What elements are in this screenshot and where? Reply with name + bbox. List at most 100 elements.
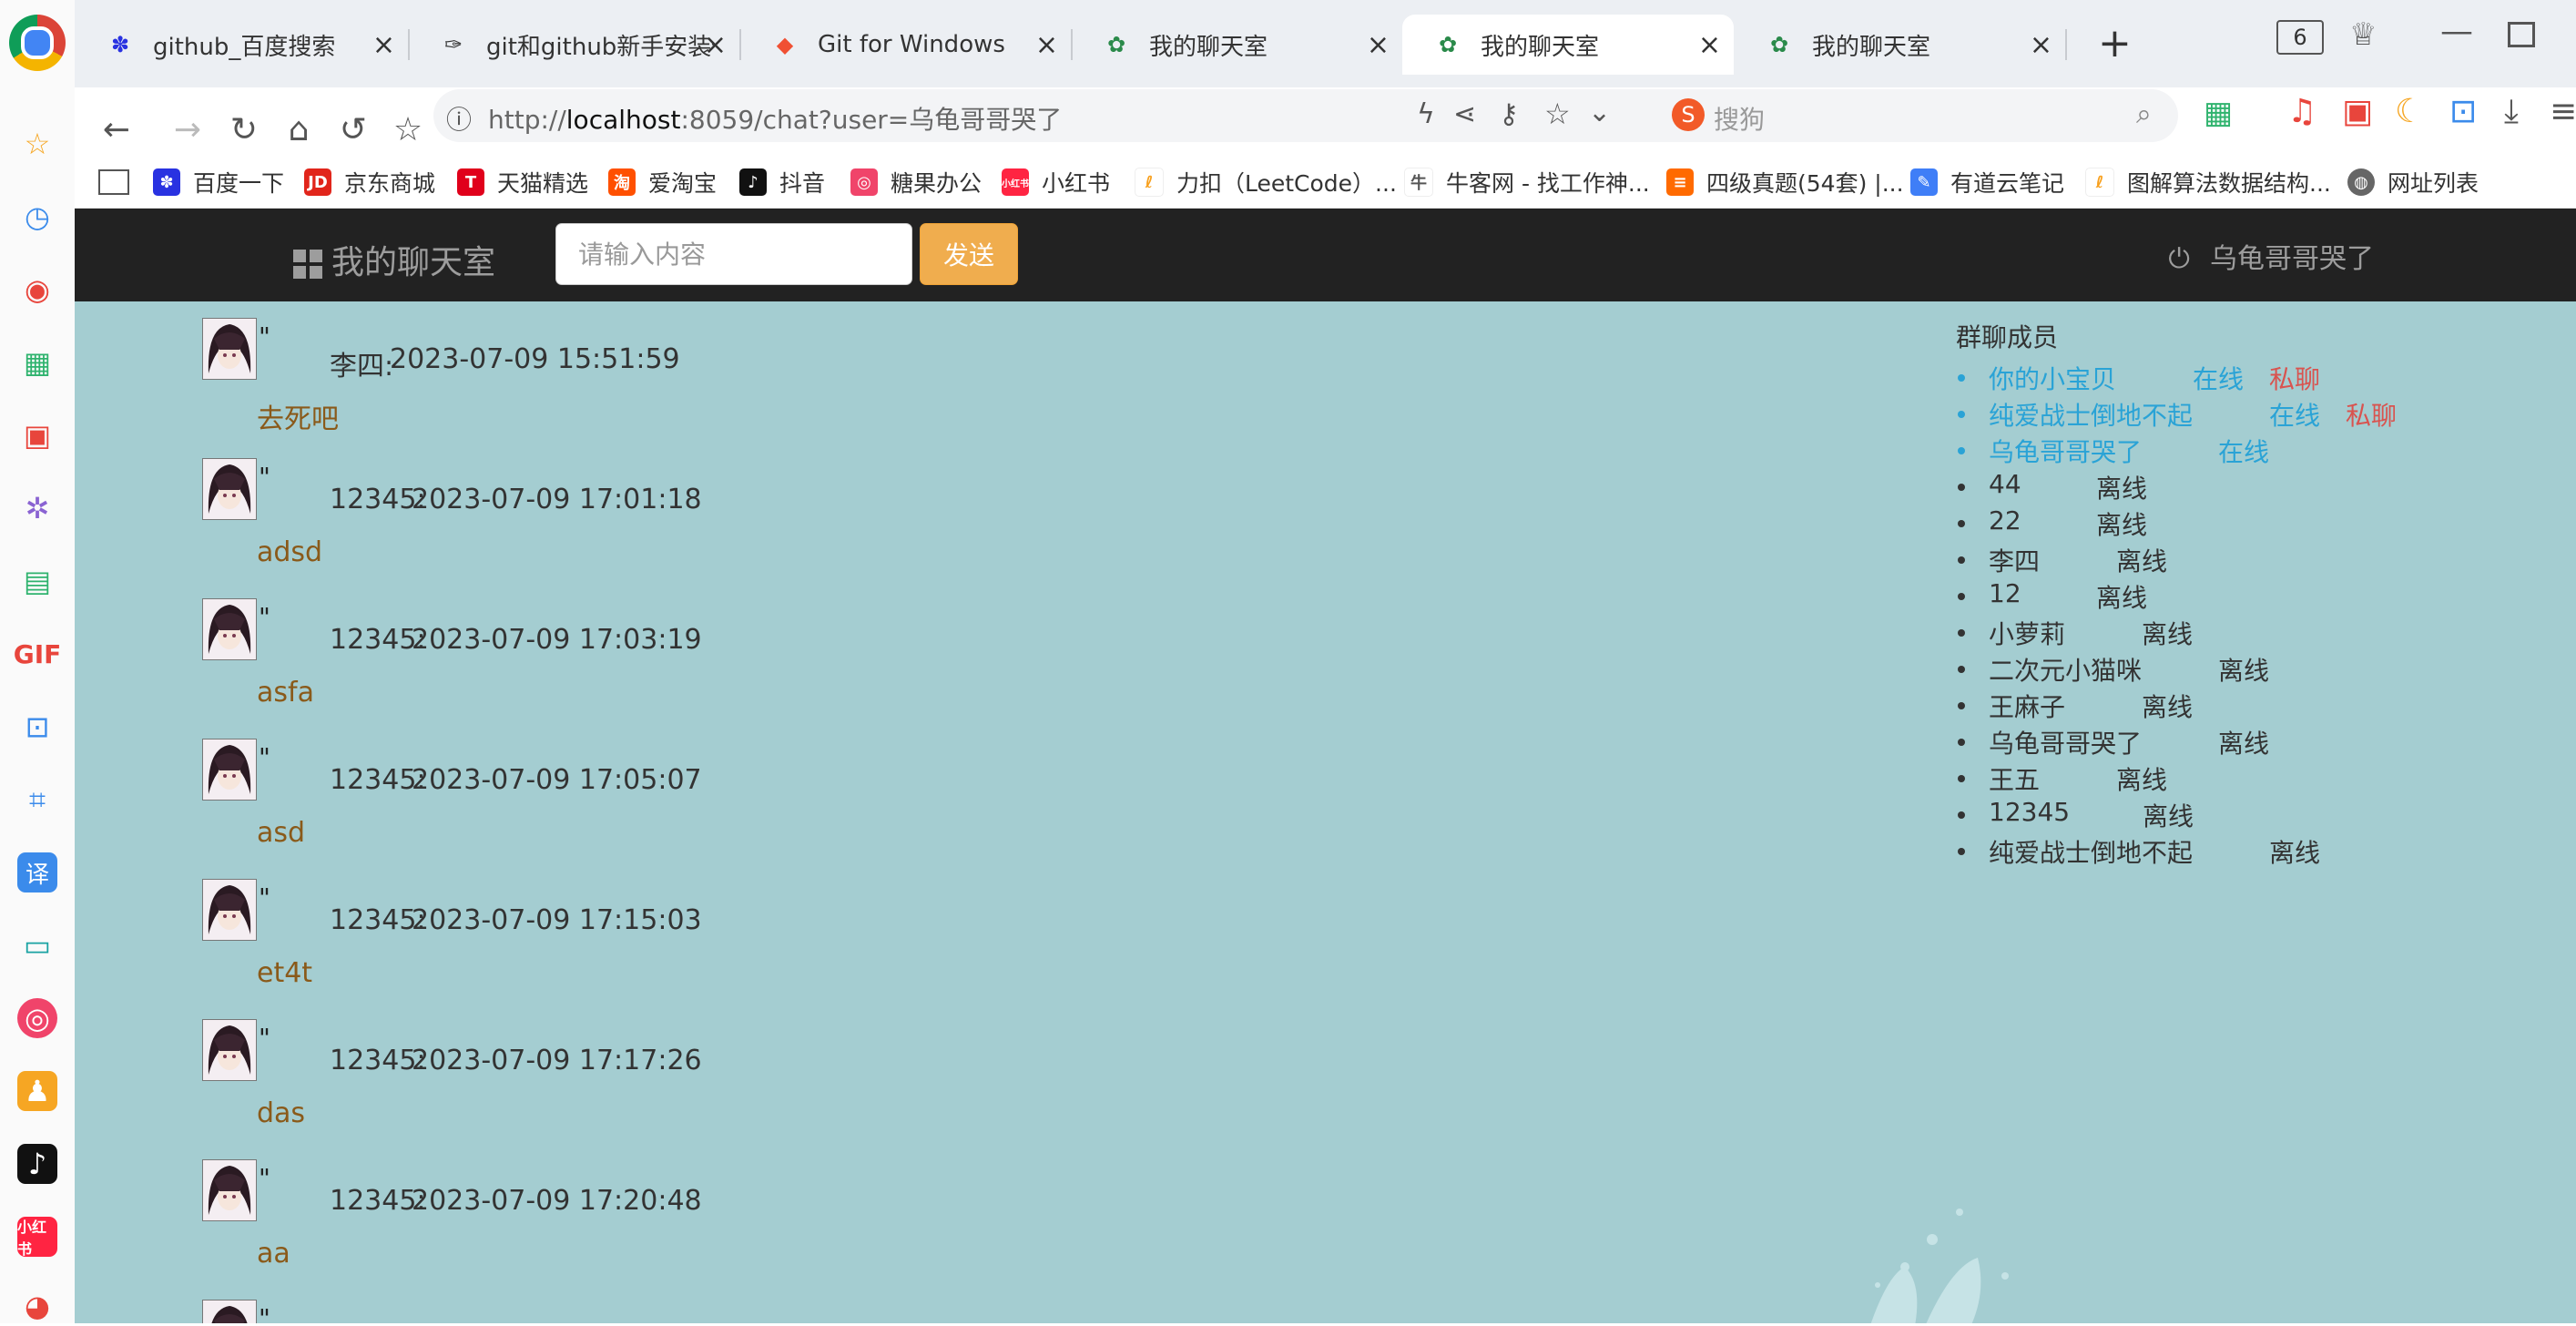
apps-grid-icon[interactable]: ▦ [2204,95,2233,131]
search-icon[interactable]: ⌕ [2136,98,2152,130]
candy-office-icon[interactable]: ◎ [17,998,57,1038]
message-input[interactable] [555,223,912,285]
download-icon[interactable]: ⤓ [2504,93,2519,131]
back-icon[interactable]: ← [97,109,137,149]
bookmark-item[interactable]: ℓ 图解算法数据结构... [2085,164,2331,200]
quote-mark: " [259,882,270,913]
forward-icon[interactable]: → [168,109,208,149]
brand[interactable]: 我的聊天室 [293,236,495,283]
member-name[interactable]: 12345 [1989,797,2070,827]
crop-icon[interactable]: ⊡ [17,707,57,747]
bookmark-item[interactable]: ≡ 四级真题(54套) |... [1666,164,1904,200]
member-name[interactable]: 小萝莉 [1989,615,2065,651]
close-tab-icon[interactable]: × [1698,29,1721,61]
tab-count-badge[interactable]: 6 [2276,20,2324,55]
member-name[interactable]: 王麻子 [1989,688,2065,724]
member-name[interactable]: 44 [1989,469,2021,499]
bookmark-item[interactable]: T 天猫精选 [457,164,588,200]
bookmark-item[interactable]: ◍ 网址列表 [2347,164,2479,200]
close-tab-icon[interactable]: × [1367,29,1390,61]
search-box[interactable]: S 搜狗 ⌕ [1659,89,2178,142]
history-clock-icon[interactable]: ◷ [17,197,57,237]
favorites-star-icon[interactable]: ☆ [17,124,57,164]
chat-content: " 李四: 2023-07-09 15:51:59 去死吧 " 12345: 2023-07… [75,301,2576,1323]
home-icon[interactable]: ⌂ [279,109,319,149]
bookmark-item[interactable]: 小红书 小红书 [1002,164,1110,200]
ocr-text-icon[interactable]: ⌗ [17,780,57,820]
bookmark-item[interactable]: ◎ 糖果办公 [850,164,982,200]
minimize-icon[interactable]: — [2440,13,2473,50]
member-name[interactable]: 乌龟哥哥哭了 [1989,724,2142,760]
member-name[interactable]: 纯爱战士倒地不起 [1989,833,2193,870]
address-bar[interactable]: ⓘ http://localhost:8059/chat?user=乌龟哥哥哭了… [433,89,1708,142]
member-name[interactable]: 纯爱战士倒地不起 [1989,396,2193,433]
translate-icon[interactable]: 译 [17,852,57,892]
tab-chatroom-3[interactable]: ✿ 我的聊天室 × [1734,15,2067,75]
bookmark-item[interactable]: ♪ 抖音 [739,164,825,200]
bookmark-star-icon[interactable]: ☆ [388,109,428,149]
weibo-icon[interactable]: ◕ [17,1286,57,1326]
bookmark-item[interactable]: ℓ 力扣（LeetCode）... [1135,164,1397,200]
new-tab-button[interactable]: + [2098,20,2132,66]
bookmark-item[interactable]: ✎ 有道云笔记 [1910,164,2064,200]
share-icon[interactable]: ⋖ [1453,98,1476,130]
tab-git-for-windows[interactable]: ◆ Git for Windows × [739,15,1073,75]
apps-grid-icon[interactable]: ▦ [17,342,57,382]
bookmark-item[interactable]: 淘爱淘宝 [608,164,717,200]
member-status: 离线 [2142,692,2194,722]
message-text: et4t [257,957,313,989]
bookmark-item[interactable]: 牛牛客网 - 找工作神... [1404,164,1650,200]
close-tab-icon[interactable]: × [372,29,395,61]
search-placeholder[interactable]: 搜狗 [1714,100,1765,137]
tab-git-github-guide[interactable]: ✑ git和github新手安装使用 × [408,15,741,75]
avatar [202,598,257,660]
tab-chatroom-1[interactable]: ✿ 我的聊天室 × [1071,15,1402,75]
music-icon[interactable]: ♫ [2287,93,2316,130]
member-name[interactable]: 22 [1989,505,2021,536]
url-text[interactable]: http://localhost:8059/chat?user=乌龟哥哥哭了 [488,100,1062,137]
undo-close-icon[interactable]: ↺ [333,109,373,149]
member-name[interactable]: 你的小宝贝 [1989,360,2116,396]
notes-icon[interactable]: ▤ [17,561,57,601]
member-name[interactable]: 乌龟哥哥哭了 [1989,433,2142,469]
gif-icon[interactable]: GIF [14,634,62,674]
member-name[interactable]: 二次元小猫咪 [1989,651,2142,688]
private-chat-link[interactable]: 私聊 [2269,360,2320,396]
browser-logo-icon[interactable] [9,15,66,71]
member-name[interactable]: 12 [1989,578,2021,608]
logout-link[interactable]: ⏻ 乌龟哥哥哭了 [2168,236,2374,276]
tab-title: github_百度搜索 [153,33,336,61]
tab-github-baidu[interactable]: ✽ github_百度搜索 × [75,15,410,75]
key-icon[interactable]: ⚷ [1499,98,1519,130]
record-icon[interactable]: ◉ [17,270,57,310]
member-name[interactable]: 王五 [1989,760,2040,797]
site-info-icon[interactable]: ⓘ [446,100,472,137]
menu-icon[interactable]: ≡ [2550,93,2576,130]
bug-icon[interactable]: ✲ [17,488,57,528]
pdf-icon[interactable]: ▣ [2342,93,2373,130]
tab-chatroom-2[interactable]: ✿ 我的聊天室 × [1402,15,1734,75]
night-mode-icon[interactable]: ☾ [2395,93,2424,130]
game-joystick-icon[interactable]: ♟ [17,1071,57,1111]
refresh-icon[interactable]: ↻ [224,109,264,149]
screen-icon[interactable]: ▭ [17,925,57,965]
member-status: 离线 [2116,546,2168,576]
favorite-star-icon[interactable]: ☆ [1544,97,1571,131]
chevron-down-icon[interactable]: ⌄ [1588,97,1611,128]
bookmark-item[interactable]: ✽ 百度一下 [153,164,284,200]
douyin-icon[interactable]: ♪ [17,1144,57,1184]
close-tab-icon[interactable]: × [1035,29,1058,61]
maximize-icon[interactable] [2508,22,2535,47]
sidebar-toggle-icon[interactable] [98,164,129,200]
pdf-icon[interactable]: ▣ [17,415,57,455]
send-button[interactable]: 发送 [920,223,1018,285]
xiaohongshu-icon[interactable]: 小红书 [17,1217,57,1258]
private-chat-link[interactable]: 私聊 [2346,396,2397,433]
close-tab-icon[interactable]: × [704,29,727,61]
lightning-icon[interactable]: ϟ [1417,98,1435,130]
member-name[interactable]: 李四 [1989,542,2040,578]
bookmark-item[interactable]: JD 京东商城 [304,164,435,200]
screenshot-crop-icon[interactable]: ⊡ [2449,93,2477,130]
skin-shirt-icon[interactable]: ♕ [2349,16,2377,53]
close-tab-icon[interactable]: × [2030,29,2052,61]
